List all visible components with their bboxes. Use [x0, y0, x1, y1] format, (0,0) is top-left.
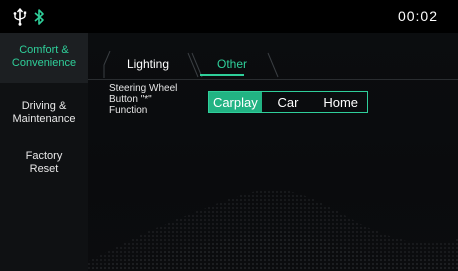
- main-panel: Lighting Other Steering Wheel Button "*"…: [88, 33, 458, 271]
- clock: 00:02: [397, 8, 438, 24]
- option-carplay-button[interactable]: Carplay: [209, 92, 262, 112]
- active-tab-indicator: [200, 74, 244, 76]
- tab-divider: [267, 52, 279, 78]
- status-icons: [13, 6, 45, 28]
- sidebar: Comfort & Convenience Driving & Maintena…: [0, 33, 88, 271]
- sidebar-item-factory-reset[interactable]: Factory Reset: [0, 145, 88, 190]
- background-wave-pattern: [88, 189, 458, 271]
- sidebar-item-comfort-convenience[interactable]: Comfort & Convenience: [0, 33, 88, 83]
- tab-bar-divider: [88, 79, 458, 80]
- option-home-button[interactable]: Home: [314, 92, 367, 112]
- sidebar-item-label: Maintenance: [12, 113, 76, 125]
- setting-label-line: Function: [109, 105, 148, 116]
- steering-wheel-button-selector: Carplay Car Home: [208, 91, 368, 113]
- sidebar-item-label: Convenience: [11, 57, 77, 69]
- setting-label-line: Steering Wheel: [109, 83, 178, 94]
- option-car-button[interactable]: Car: [262, 92, 315, 112]
- sidebar-item-label: Comfort &: [19, 44, 69, 56]
- sidebar-item-label: Factory: [25, 150, 63, 162]
- sidebar-item-label: Reset: [29, 163, 59, 175]
- tab-lighting[interactable]: Lighting: [108, 51, 188, 77]
- tab-bar: Lighting Other: [102, 51, 452, 78]
- bluetooth-icon: [33, 8, 45, 26]
- setting-label-line: Button "*": [109, 94, 152, 105]
- setting-label: Steering Wheel Button "*" Function: [109, 83, 199, 116]
- usb-icon: [13, 8, 27, 26]
- sidebar-item-driving-maintenance[interactable]: Driving & Maintenance: [0, 93, 88, 138]
- sidebar-item-label: Driving &: [21, 100, 67, 112]
- screen: 00:02 Comfort & Convenience Driving & Ma…: [0, 0, 458, 271]
- status-bar: 00:02: [0, 0, 458, 33]
